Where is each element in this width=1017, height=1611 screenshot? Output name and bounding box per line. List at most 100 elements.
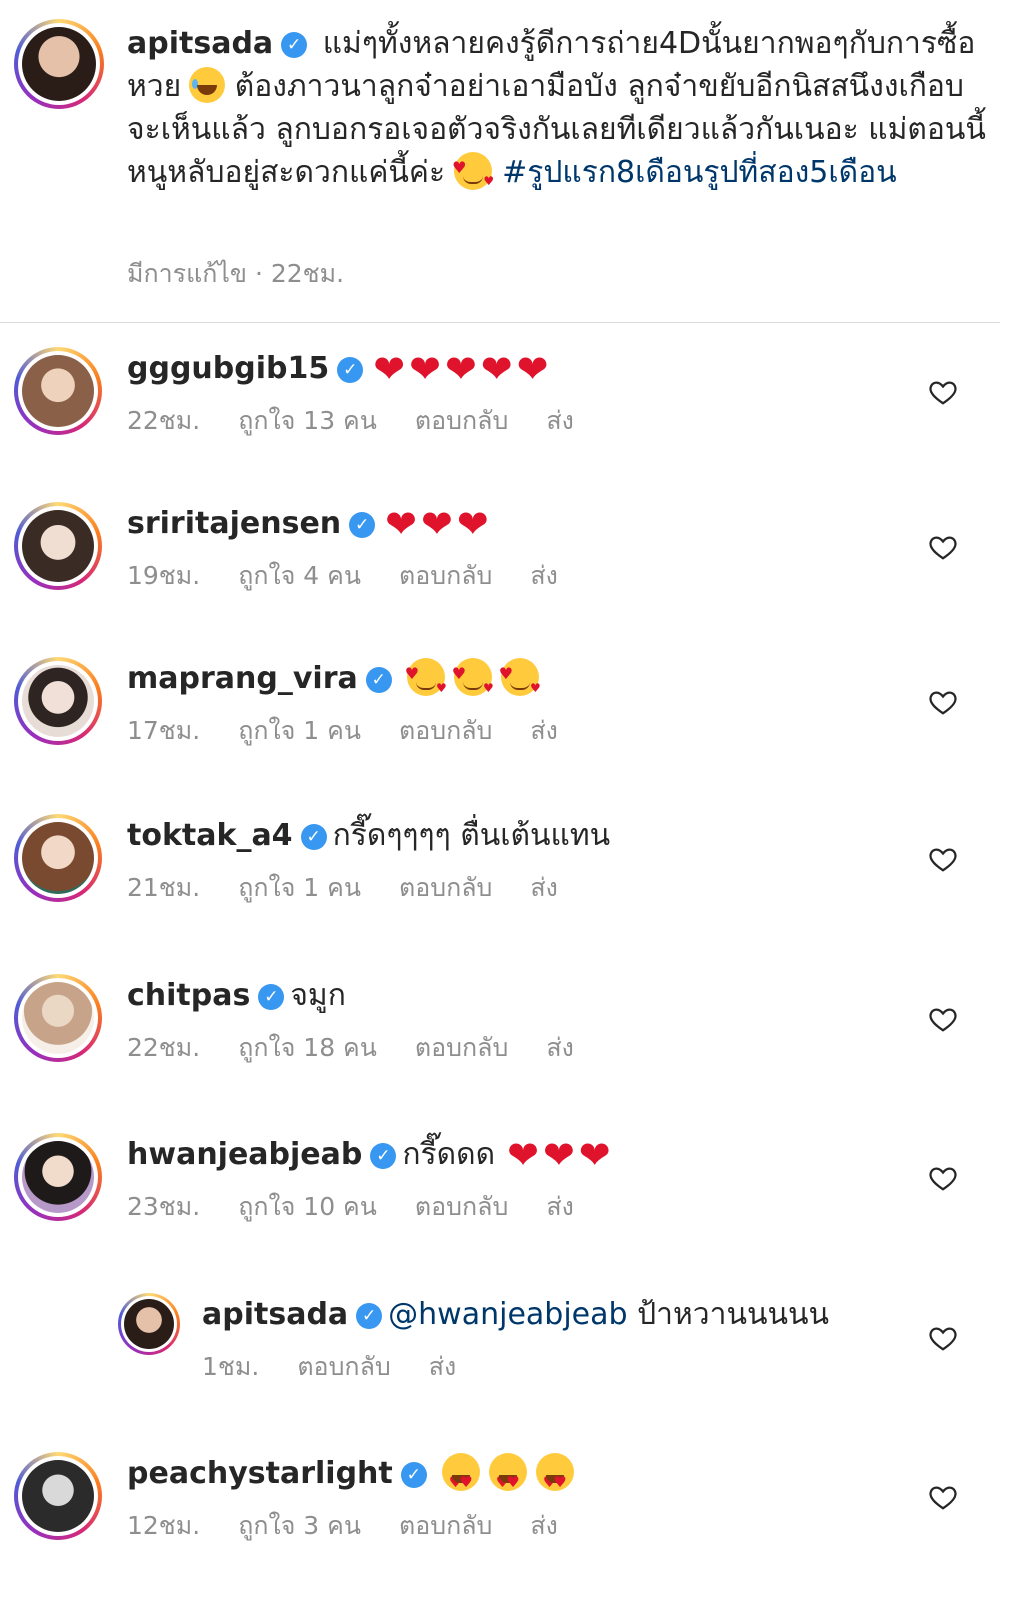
avatar[interactable]: [14, 1133, 102, 1221]
divider: [0, 322, 1000, 323]
avatar[interactable]: [14, 657, 102, 745]
red-heart-icon: ❤: [542, 1133, 575, 1177]
comment-username[interactable]: sriritajensen: [127, 506, 341, 541]
comment-username[interactable]: chitpas: [127, 978, 250, 1013]
like-heart-icon[interactable]: [928, 377, 958, 407]
send-button[interactable]: ส่ง: [546, 406, 573, 435]
comment-time: 23ชม.: [127, 1192, 201, 1221]
red-heart-icon: ❤: [480, 347, 513, 391]
comment-likes[interactable]: ถูกใจ 3 คน: [238, 1511, 361, 1540]
red-heart-icon: ❤: [578, 1133, 611, 1177]
reply-button[interactable]: ตอบกลับ: [399, 561, 492, 590]
comment-likes[interactable]: ถูกใจ 18 คน: [238, 1033, 377, 1062]
verified-badge-icon: ✓: [356, 1303, 383, 1329]
comment-item: toktak_a4 ✓ กรี๊ดๆๆๆๆ ตื่นเต้นแทน 21ชม. ถูก…: [0, 814, 1017, 964]
reply-button[interactable]: ตอบกลับ: [415, 406, 508, 435]
send-button[interactable]: ส่ง: [530, 1511, 557, 1540]
reply-button[interactable]: ตอบกลับ: [399, 1511, 492, 1540]
verified-badge-icon: ✓: [370, 1143, 397, 1169]
like-heart-icon[interactable]: [928, 532, 958, 562]
comment-likes[interactable]: ถูกใจ 4 คน: [238, 561, 361, 590]
reply-button[interactable]: ตอบกลับ: [415, 1192, 508, 1221]
reply-button[interactable]: ตอบกลับ: [297, 1352, 390, 1381]
comment-time: 1ชม.: [202, 1352, 260, 1381]
comment-time: 21ชม.: [127, 873, 201, 902]
comment-username[interactable]: hwanjeabjeab: [127, 1137, 362, 1172]
like-heart-icon[interactable]: [928, 1323, 958, 1353]
comment-likes[interactable]: ถูกใจ 1 คน: [238, 716, 361, 745]
reply-button[interactable]: ตอบกลับ: [399, 716, 492, 745]
like-heart-icon[interactable]: [928, 844, 958, 874]
reply-comment-item: apitsada ✓ @hwanjeabjeab ป้าหวานนนนน 1ชม. ต…: [0, 1293, 1017, 1443]
send-button[interactable]: ส่ง: [429, 1352, 456, 1381]
comment-time: 22ชม.: [127, 406, 201, 435]
like-heart-icon[interactable]: [928, 1482, 958, 1512]
avatar[interactable]: [14, 814, 102, 902]
red-heart-icon: ❤: [507, 1133, 539, 1177]
comment-likes[interactable]: ถูกใจ 10 คน: [238, 1192, 377, 1221]
heart-eyes-icon: [452, 652, 494, 710]
caption-text: apitsada ✓ แม่ๆทั้งหลายคงรู้ดีการถ่าย4Dนั…: [127, 22, 987, 203]
avatar[interactable]: [14, 502, 102, 590]
verified-badge-icon: ✓: [365, 667, 392, 693]
heart-emojis: ❤ ❤ ❤ ❤ ❤: [369, 350, 548, 388]
comment-username[interactable]: maprang_vira: [127, 661, 358, 696]
comment-time: 22ชม.: [127, 1033, 201, 1062]
red-heart-icon: ❤: [516, 347, 549, 391]
comment-time: 19ชม.: [127, 561, 201, 590]
verified-badge-icon: ✓: [400, 1462, 427, 1488]
smiling-face-with-hearts-icon: [535, 1453, 574, 1504]
post-author-username[interactable]: apitsada: [127, 26, 273, 61]
avatar[interactable]: [14, 1452, 102, 1540]
reply-button[interactable]: ตอบกลับ: [415, 1033, 508, 1062]
red-heart-icon: ❤: [373, 347, 406, 391]
send-button[interactable]: ส่ง: [546, 1192, 573, 1221]
comment-time: 12ชม.: [127, 1511, 201, 1540]
comment-text: จมูก: [290, 978, 346, 1013]
comment-item: peachystarlight ✓ 12ชม. ถูกใจ 3 คน ตอบกลับ ส…: [0, 1452, 1017, 1602]
like-heart-icon[interactable]: [928, 1163, 958, 1193]
comment-username[interactable]: peachystarlight: [127, 1456, 393, 1491]
red-heart-icon: ❤: [444, 347, 477, 391]
send-button[interactable]: ส่ง: [546, 1033, 573, 1062]
smiling-face-with-hearts-icon: [441, 1453, 480, 1504]
red-heart-icon: ❤: [385, 502, 417, 546]
laughing-face-icon: [189, 67, 226, 103]
verified-badge-icon: ✓: [349, 512, 376, 538]
comment-item: chitpas ✓ จมูก 22ชม. ถูกใจ 18 คน ตอบกลับ ส่ง: [0, 974, 1017, 1124]
send-button[interactable]: ส่ง: [530, 873, 557, 902]
comment-item: maprang_vira ✓ 17ชม. ถูกใจ 1 คน ตอบกลับ ส่ง: [0, 652, 1017, 807]
heart-eyes-icon: [452, 146, 494, 203]
reply-button[interactable]: ตอบกลับ: [399, 873, 492, 902]
avatar[interactable]: [118, 1293, 180, 1355]
verified-badge-icon: ✓: [300, 824, 327, 850]
like-heart-icon[interactable]: [928, 687, 958, 717]
avatar[interactable]: [14, 347, 102, 435]
comment-username[interactable]: toktak_a4: [127, 818, 293, 853]
comment-username[interactable]: gggubgib15: [127, 351, 329, 386]
caption-edited-time: มีการแก้ไข · 22ชม.: [127, 259, 345, 288]
avatar[interactable]: [14, 974, 102, 1062]
comment-item: gggubgib15 ✓ ❤ ❤ ❤ ❤ ❤ 22ชม. ถูกใจ 13 คน ตอบกลับ…: [0, 347, 1017, 497]
send-button[interactable]: ส่ง: [530, 561, 557, 590]
comment-text: ป้าหวานนนนน: [637, 1297, 830, 1332]
heart-eyes-icon: [405, 652, 447, 710]
caption-hashtag[interactable]: #รูปแรก8เดือนรูปที่สอง5เดือน: [502, 155, 897, 190]
comment-likes[interactable]: ถูกใจ 1 คน: [238, 873, 361, 902]
like-heart-icon[interactable]: [928, 1004, 958, 1034]
comment-item: hwanjeabjeab ✓ กรี๊ดดด ❤ ❤ ❤ 23ชม. ถูกใจ 10 คน…: [0, 1133, 1017, 1283]
verified-badge-icon: ✓: [258, 984, 285, 1010]
red-heart-icon: ❤: [409, 347, 441, 391]
red-heart-icon: ❤: [456, 502, 489, 546]
smiling-face-with-hearts-icon: [488, 1453, 527, 1504]
send-button[interactable]: ส่ง: [530, 716, 557, 745]
post-caption: apitsada ✓ แม่ๆทั้งหลายคงรู้ดีการถ่าย4Dนั…: [0, 0, 1017, 322]
comment-likes[interactable]: ถูกใจ 13 คน: [238, 406, 377, 435]
post-author-avatar[interactable]: [14, 19, 104, 109]
mention-link[interactable]: @hwanjeabjeab: [388, 1297, 627, 1332]
verified-badge-icon: ✓: [337, 357, 364, 383]
comment-username[interactable]: apitsada: [202, 1297, 348, 1332]
heart-eyes-icon: [499, 652, 541, 710]
red-heart-icon: ❤: [421, 502, 453, 546]
comment-text: กรี๊ดๆๆๆๆ ตื่นเต้นแทน: [332, 818, 611, 853]
